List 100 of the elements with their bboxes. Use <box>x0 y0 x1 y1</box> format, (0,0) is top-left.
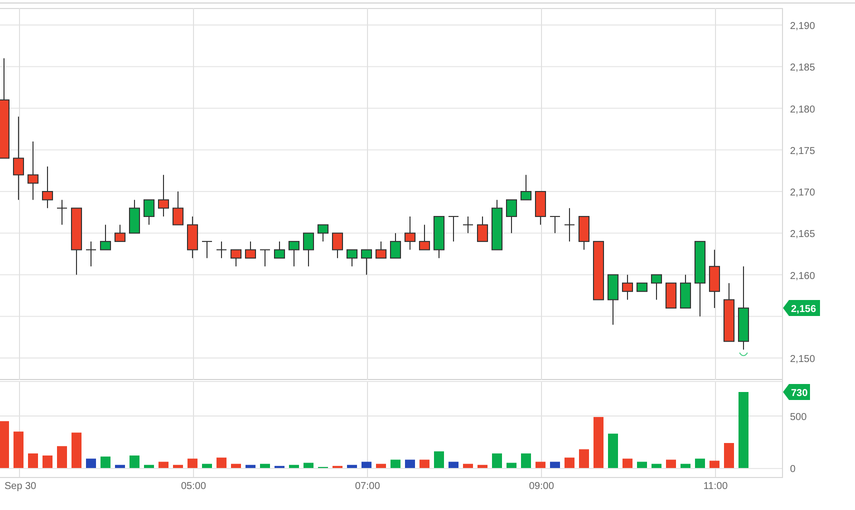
candlestick <box>608 274 618 326</box>
candlestick <box>390 232 401 259</box>
volume-bar <box>274 466 284 468</box>
candlestick <box>376 240 386 259</box>
volume-bar <box>72 432 82 468</box>
axis-label: 2,160 <box>790 270 816 282</box>
volume-bar <box>231 464 241 468</box>
volume-bar <box>579 449 589 468</box>
candlestick <box>332 232 343 259</box>
candlestick <box>578 216 590 250</box>
candlestick <box>477 216 488 242</box>
axis-label: 2,185 <box>790 62 816 74</box>
volume-bar <box>347 464 357 468</box>
candlestick <box>492 199 502 250</box>
candlestick <box>288 240 300 267</box>
candlestick <box>42 166 53 209</box>
volume-bar <box>86 458 96 468</box>
axis-label: Sep 30 <box>4 481 36 492</box>
candlestick <box>361 249 372 276</box>
volume-bar <box>332 466 342 468</box>
volume-bar <box>216 458 226 468</box>
axis-label: 2,190 <box>790 21 816 32</box>
axis-label: 07:00 <box>354 481 380 492</box>
candlestick <box>144 199 154 226</box>
volume-bar <box>536 462 546 468</box>
volume-bar <box>724 443 734 468</box>
candlestick <box>86 240 96 267</box>
candlestick <box>506 199 517 234</box>
volume-bar <box>637 462 647 468</box>
volume-bar <box>710 460 720 468</box>
candlestick <box>346 249 358 267</box>
volume-bar <box>100 456 110 468</box>
volume-bar <box>420 460 430 468</box>
candlestick <box>593 240 604 300</box>
candlestick <box>28 141 38 200</box>
volume-bar <box>608 434 618 468</box>
candlestick <box>535 191 546 226</box>
volume-bar <box>550 462 560 468</box>
candlestick <box>129 199 140 234</box>
candlestick <box>680 274 691 309</box>
candlestick <box>187 216 198 259</box>
candlestick <box>448 216 459 242</box>
volume-bar <box>506 462 516 468</box>
volume-bar <box>289 464 299 468</box>
candlestick <box>71 208 82 276</box>
candlestick <box>550 216 560 234</box>
candlestick <box>419 224 430 250</box>
candlestick <box>245 240 256 259</box>
volume-bar <box>115 464 125 468</box>
volume-bar <box>680 464 690 468</box>
candlestick <box>404 216 416 250</box>
volume-bar <box>130 456 140 468</box>
axis-label: 2,180 <box>790 104 816 116</box>
volume-bar <box>57 446 67 468</box>
candlestick <box>709 249 720 309</box>
volume-bar <box>390 460 400 468</box>
volume-bar <box>594 416 604 468</box>
candlestick <box>172 191 184 226</box>
volume-bar <box>448 462 458 468</box>
axis-label: 2,165 <box>790 229 816 240</box>
candlestick <box>724 282 734 342</box>
volume-bar <box>0 421 9 468</box>
volume-bar <box>622 458 632 468</box>
volume-bar <box>42 456 52 468</box>
volume-bar <box>463 464 473 468</box>
axis-label: 500 <box>790 412 807 423</box>
candlestick <box>202 240 212 259</box>
candlestick <box>434 216 444 259</box>
axis-label: 0 <box>790 464 796 475</box>
candlestick <box>56 199 68 226</box>
volume-bar <box>434 451 444 468</box>
axis-label: 09:00 <box>528 481 554 492</box>
volume-bar <box>376 464 386 468</box>
volume-bar <box>173 464 183 468</box>
volume-bar <box>14 432 24 468</box>
volume-bar <box>260 464 270 468</box>
volume-bar <box>188 458 198 468</box>
candlestick <box>260 249 270 267</box>
axis-label: 2,175 <box>790 146 816 157</box>
axis-label: 11:00 <box>703 481 728 492</box>
axis-label: 2,150 <box>790 354 816 365</box>
volume-bar <box>362 462 372 468</box>
candlestick <box>318 224 328 242</box>
candlestick <box>651 274 662 300</box>
volume-bar <box>564 458 574 468</box>
volume-bar <box>158 462 168 468</box>
volume-bar <box>695 458 705 468</box>
volume-bar <box>246 464 256 468</box>
volume-bar <box>144 464 154 468</box>
candlestick <box>462 216 474 234</box>
candlestick <box>100 224 111 250</box>
candlestick <box>303 232 314 267</box>
candlestick <box>114 224 126 242</box>
volume-bar <box>405 460 415 468</box>
candlestick <box>216 240 227 259</box>
axis-label: 05:00 <box>180 481 206 492</box>
axis-label: 2,170 <box>790 188 816 198</box>
volume-bar <box>666 460 676 468</box>
candlestick <box>158 174 169 217</box>
candlestick <box>636 282 648 292</box>
